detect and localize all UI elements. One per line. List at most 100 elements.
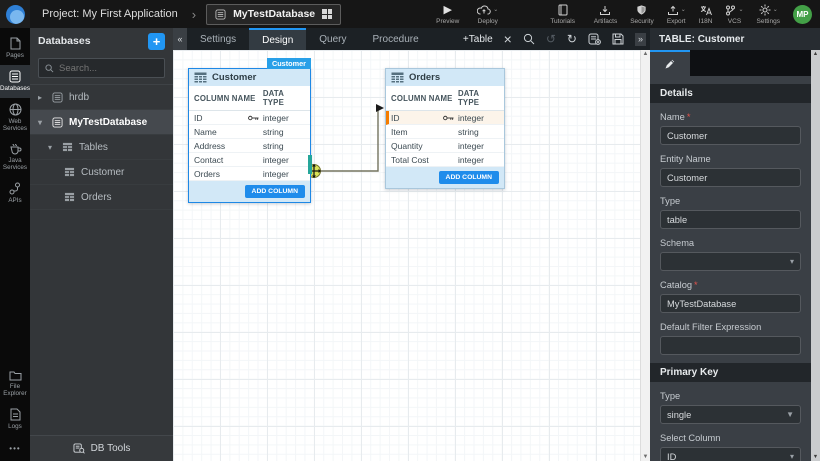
user-avatar[interactable]: MP [793, 5, 812, 24]
column-row-item[interactable]: Item string [386, 125, 504, 139]
book-icon [558, 4, 568, 16]
close-icon[interactable]: × [504, 32, 512, 46]
add-column-button[interactable]: ADD COLUMN [245, 185, 305, 198]
preview-button[interactable]: ▶ Preview [436, 4, 459, 25]
vcs-button[interactable]: ⌄ VCS [725, 4, 743, 25]
left-nav-rail: Pages Databases Web Services Java Servic… [0, 28, 30, 461]
default-filter-label: Default Filter Expression [660, 322, 801, 332]
collapse-right-panel-button[interactable]: » [635, 33, 646, 46]
search-input[interactable] [59, 63, 158, 74]
logo-icon [6, 5, 25, 24]
database-tree: ▸ hrdb ▾ MyTestDatabase ▾ Tables Custome… [30, 84, 173, 435]
i18n-button[interactable]: I18N [699, 4, 713, 25]
redo-icon[interactable]: ↻ [567, 33, 577, 45]
caret-down-icon: ⌄ [773, 4, 778, 17]
column-row-address[interactable]: Address string [189, 139, 310, 153]
artifacts-button[interactable]: Artifacts [594, 4, 617, 25]
connection-handle[interactable] [308, 155, 312, 174]
search-icon [45, 64, 54, 73]
column-row-id[interactable]: ID integer [189, 111, 310, 125]
tree-item-tables[interactable]: ▾ Tables [30, 135, 173, 160]
scroll-up-icon[interactable]: ▲ [643, 51, 649, 57]
upload-tray-icon [667, 5, 679, 16]
pk-type-select[interactable]: single ▼ [660, 405, 801, 424]
security-button[interactable]: Security [630, 4, 653, 25]
default-filter-field[interactable] [660, 336, 801, 355]
app-logo[interactable] [0, 0, 30, 28]
update-database-icon[interactable] [588, 33, 601, 45]
chevron-down-icon: ▾ [790, 452, 794, 461]
more-icon[interactable]: ••• [0, 436, 30, 461]
table-icon [64, 192, 75, 202]
save-icon[interactable] [612, 33, 624, 45]
add-column-button[interactable]: ADD COLUMN [439, 171, 499, 184]
column-row-totalcost[interactable]: Total Cost integer [386, 153, 504, 167]
dashboard-grid-icon[interactable] [322, 9, 332, 19]
tutorials-button[interactable]: Tutorials [550, 4, 575, 25]
undo-icon[interactable]: ↺ [546, 33, 556, 45]
add-table-button[interactable]: +Table [463, 34, 493, 45]
column-row-orders[interactable]: Orders integer [189, 167, 310, 181]
db-tools-icon [73, 443, 85, 454]
type-field[interactable] [660, 210, 801, 229]
tree-item-hrdb[interactable]: ▸ hrdb [30, 85, 173, 110]
export-button[interactable]: ⌄ Export [667, 4, 686, 25]
caret-down-icon[interactable]: ▾ [48, 143, 56, 152]
entity-table-orders[interactable]: Orders COLUMN NAME DATA TYPE ID integer … [385, 68, 505, 189]
caret-down-icon: ⌄ [738, 4, 743, 17]
edit-tab[interactable] [650, 50, 690, 76]
entity-table-customer[interactable]: Customer Customer COLUMN NAME DATA TYPE … [188, 68, 311, 203]
settings-button[interactable]: ⌄ Settings [757, 4, 781, 25]
topbar-right-actions: Artifacts Security ⌄ Export I18N ⌄ VCS ⌄… [594, 4, 812, 25]
collapse-left-panel-button[interactable]: « [173, 28, 187, 50]
column-row-id[interactable]: ID integer [386, 111, 504, 125]
catalog-field[interactable] [660, 294, 801, 313]
tree-item-orders[interactable]: Orders [30, 185, 173, 210]
entity-table-header[interactable]: Customer [189, 69, 310, 86]
add-database-button[interactable]: + [148, 33, 165, 50]
column-row-name[interactable]: Name string [189, 125, 310, 139]
properties-scrollbar[interactable]: ▲ ▼ [811, 50, 820, 461]
caret-down-icon[interactable]: ▾ [38, 118, 46, 127]
search-icon[interactable] [523, 33, 535, 45]
entity-table-header[interactable]: Orders [386, 69, 504, 86]
page-icon [10, 37, 21, 50]
nav-apis[interactable]: APIs [0, 177, 30, 210]
tab-query[interactable]: Query [306, 28, 359, 50]
scroll-up-icon[interactable]: ▲ [813, 51, 818, 57]
deploy-button[interactable]: ⌄ Deploy [477, 4, 498, 25]
db-tools-button[interactable]: DB Tools [30, 435, 173, 461]
tab-settings[interactable]: Settings [187, 28, 249, 50]
topbar-actions: ▶ Preview ⌄ Deploy Tutorials [436, 4, 575, 25]
type-label: Type [660, 196, 801, 206]
globe-icon [9, 103, 22, 116]
design-canvas[interactable]: Customer Customer COLUMN NAME DATA TYPE … [173, 50, 650, 461]
pk-select-column-select[interactable]: ID ▾ [660, 447, 801, 461]
entity-name-field[interactable] [660, 168, 801, 187]
name-field[interactable] [660, 126, 801, 145]
tree-item-customer[interactable]: Customer [30, 160, 173, 185]
folder-icon [9, 370, 22, 381]
caret-right-icon[interactable]: ▸ [38, 93, 46, 102]
search-box[interactable] [38, 58, 165, 78]
primary-key-icon [443, 115, 454, 121]
nav-logs[interactable]: Logs [0, 403, 30, 436]
scroll-down-icon[interactable]: ▼ [643, 454, 649, 460]
branch-icon [725, 5, 736, 16]
canvas-vertical-scrollbar[interactable]: ▲ ▼ [640, 50, 650, 461]
tree-item-mytestdatabase[interactable]: ▾ MyTestDatabase [30, 110, 173, 135]
nav-java-services[interactable]: Java Services [0, 138, 30, 177]
table-icon [62, 142, 73, 152]
column-row-contact[interactable]: Contact integer [189, 153, 310, 167]
nav-file-explorer[interactable]: File Explorer [0, 365, 30, 403]
database-icon [52, 117, 63, 128]
column-row-quantity[interactable]: Quantity integer [386, 139, 504, 153]
schema-select[interactable]: ▾ [660, 252, 801, 271]
nav-pages[interactable]: Pages [0, 32, 30, 65]
database-tab[interactable]: MyTestDatabase [206, 4, 341, 25]
tab-design[interactable]: Design [249, 28, 306, 50]
tab-procedure[interactable]: Procedure [360, 28, 432, 50]
scroll-down-icon[interactable]: ▼ [813, 454, 818, 460]
nav-databases[interactable]: Databases [0, 65, 30, 98]
nav-web-services[interactable]: Web Services [0, 98, 30, 138]
